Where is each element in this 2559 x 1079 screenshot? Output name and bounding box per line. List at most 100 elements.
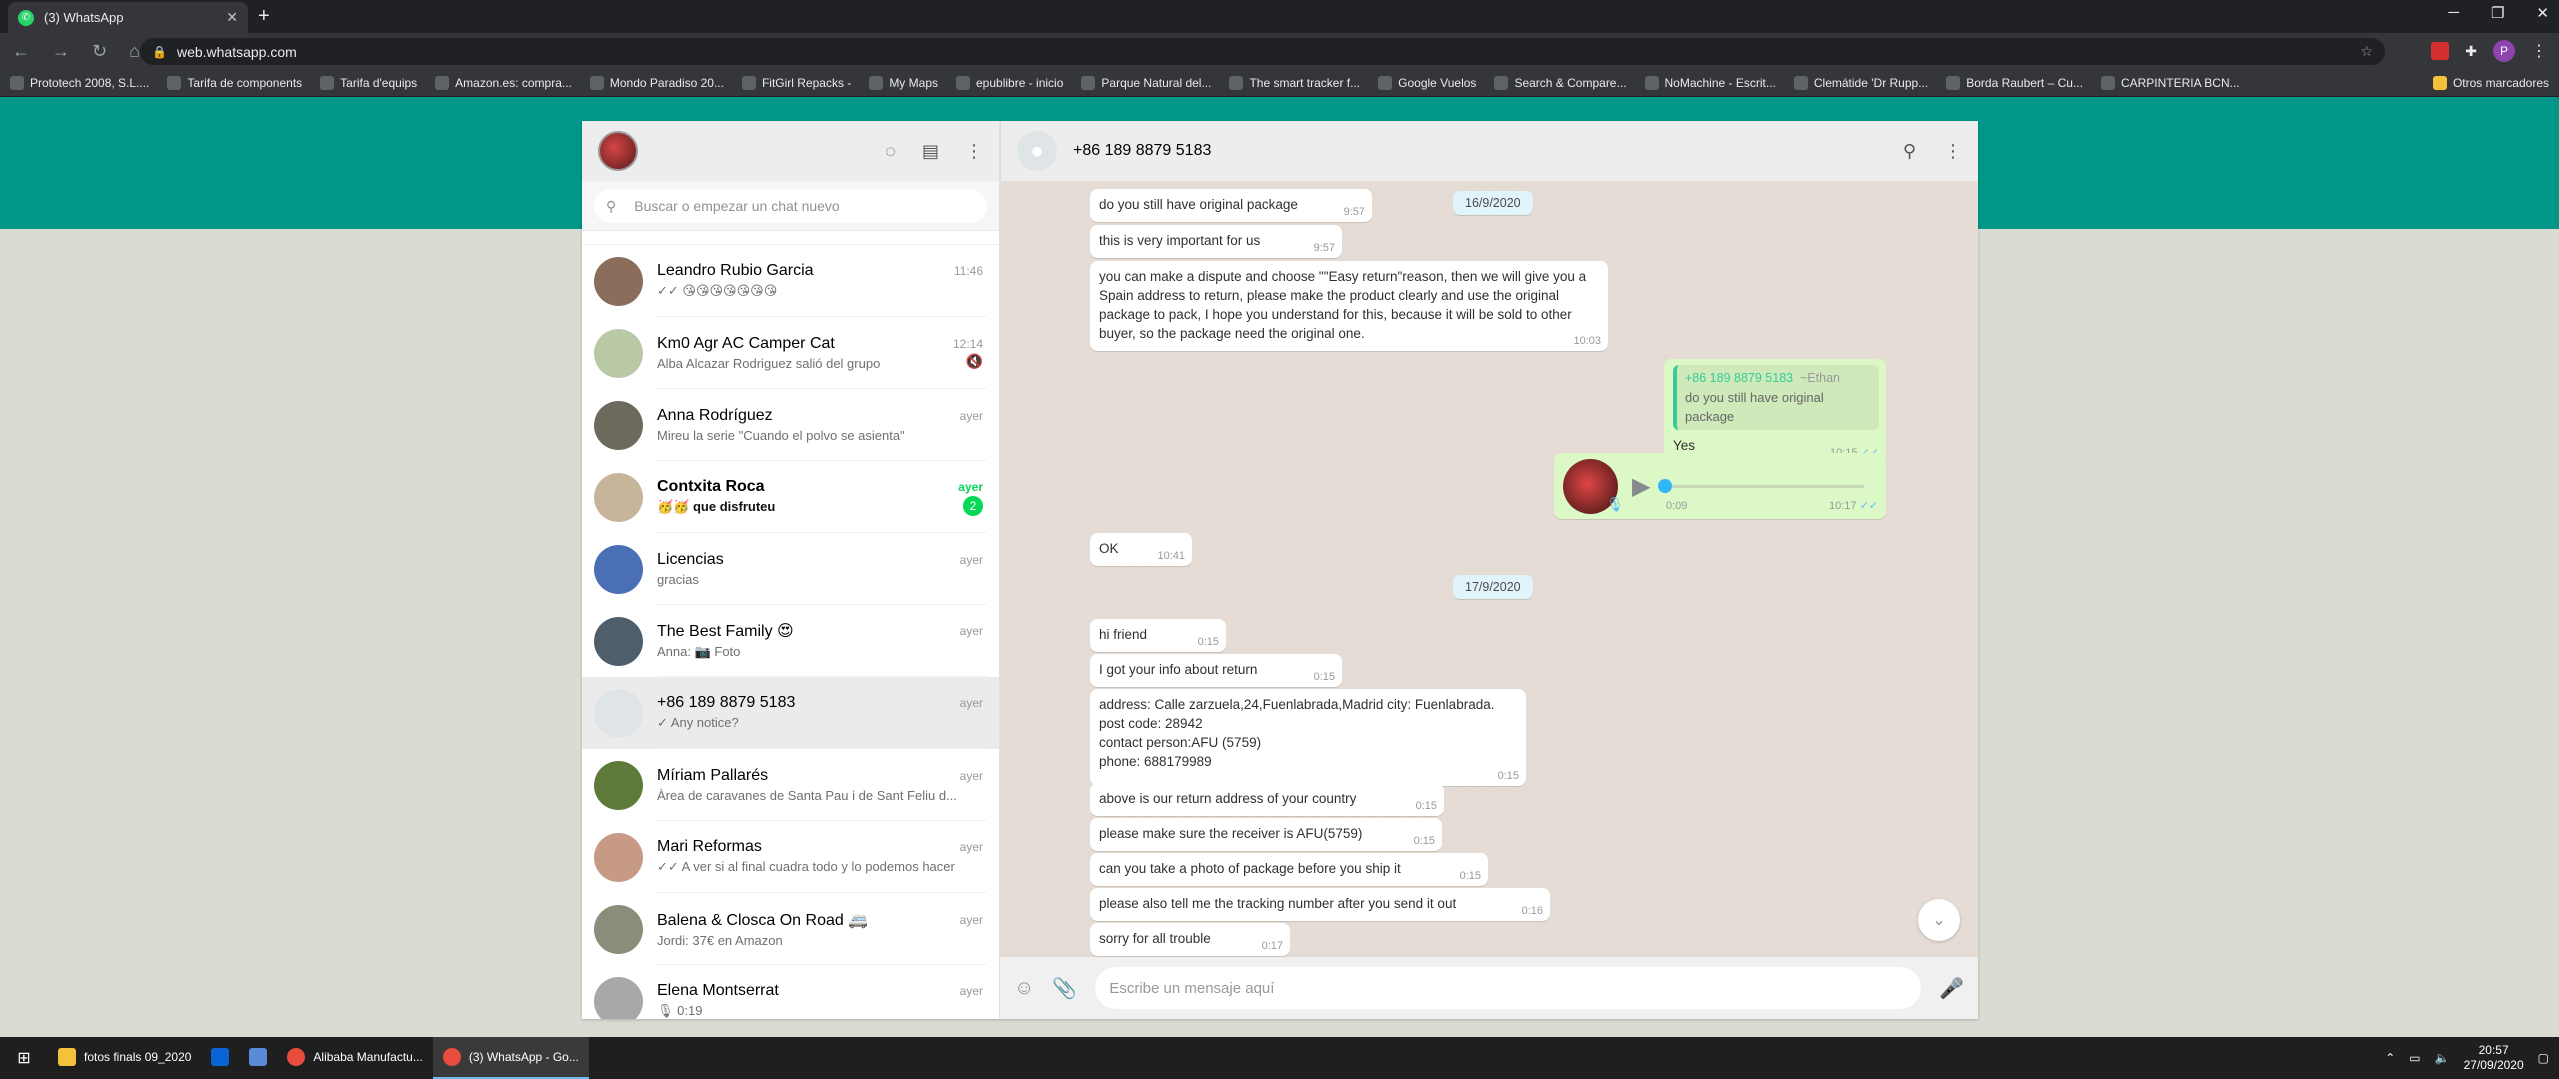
bookmark-item[interactable]: Amazon.es: compra... — [435, 76, 572, 90]
chat-avatar — [594, 832, 643, 882]
contact-avatar[interactable]: ● — [1017, 131, 1057, 171]
status-icon[interactable]: ◌ — [885, 141, 896, 162]
conversation-menu-icon[interactable]: ⋮ — [1944, 141, 1962, 162]
chat-list-item[interactable]: Leandro Rubio Garcia 11:46 ✓✓ 😘😘😘😘😘😘😘 — [582, 245, 999, 317]
address-bar[interactable]: 🔒 web.whatsapp.com ☆ — [140, 38, 2385, 65]
message-outgoing-reply: +86 189 8879 5183 ~Ethan do you still ha… — [1664, 359, 1886, 463]
bookmark-item[interactable]: Google Vuelos — [1378, 76, 1476, 90]
bookmark-favicon-icon — [1081, 76, 1096, 90]
close-window-button[interactable]: ✕ — [2536, 4, 2549, 22]
contact-name[interactable]: +86 189 8879 5183 — [1073, 142, 1211, 160]
chat-time: ayer — [959, 552, 983, 567]
chat-list-item[interactable]: Mari Reformas ayer ✓✓ A ver si al final cu… — [582, 821, 999, 893]
chat-list-item[interactable]: Contxita Roca ayer 🥳🥳 que disfruteu 2 — [582, 461, 999, 533]
bookmark-favicon-icon — [1494, 76, 1509, 90]
bookmark-item[interactable]: Parque Natural del... — [1081, 76, 1211, 90]
taskbar-item-outlook[interactable] — [201, 1037, 239, 1079]
chat-name: Contxita Roca — [657, 477, 765, 495]
profile-avatar[interactable]: P — [2493, 40, 2515, 62]
bookmark-item[interactable]: NoMachine - Escrit... — [1644, 76, 1776, 90]
search-messages-icon[interactable]: ⚲ — [1903, 141, 1916, 162]
menu-icon[interactable]: ⋮ — [965, 141, 983, 162]
bookmark-star-icon[interactable]: ☆ — [2360, 43, 2373, 60]
chrome-menu-icon[interactable]: ⋮ — [2531, 41, 2547, 61]
notifications-icon[interactable]: ▢ — [2538, 1051, 2549, 1065]
voice-progress-knob[interactable] — [1658, 479, 1673, 493]
chat-list-item[interactable]: +86 189 8879 5183 ayer ✓ Any notice? — [582, 677, 999, 749]
taskbar-item-chrome-alibaba[interactable]: Alibaba Manufactu... — [277, 1037, 432, 1079]
my-avatar[interactable] — [598, 131, 638, 171]
bookmark-item[interactable]: Clemátide 'Dr Rupp... — [1793, 76, 1928, 90]
scroll-down-button[interactable]: ⌄ — [1918, 899, 1960, 941]
message-input[interactable]: Escribe un mensaje aquí — [1095, 967, 1922, 1009]
browser-tabstrip: ✆ (3) WhatsApp ✕ + ─ ❐ ✕ — [0, 0, 2559, 33]
url-text: web.whatsapp.com — [176, 43, 297, 60]
bookmark-item[interactable]: CARPINTERIA BCN... — [2100, 76, 2240, 90]
clock[interactable]: 20:57 27/09/2020 — [2464, 1043, 2524, 1073]
reload-icon[interactable]: ↻ — [92, 41, 107, 62]
chat-list-item[interactable]: The Best Family 😍 ayer Anna: 📷 Foto — [582, 605, 999, 677]
minimize-button[interactable]: ─ — [2448, 4, 2459, 22]
chat-list-item[interactable]: Míriam Pallarés ayer Àrea de caravanes de … — [582, 749, 999, 821]
message-time: 0:15 — [1197, 636, 1219, 648]
new-tab-button[interactable]: + — [258, 5, 270, 28]
windows-start-icon[interactable]: ⊞ — [0, 1048, 48, 1068]
network-icon[interactable]: ▭ — [2409, 1051, 2420, 1065]
bookmark-item[interactable]: My Maps — [869, 76, 938, 90]
volume-icon[interactable]: 🔈 — [2435, 1051, 2450, 1065]
tray-chevron-icon[interactable]: ⌃ — [2385, 1051, 2395, 1065]
message-incoming: you can make a dispute and choose ""Easy… — [1090, 261, 1608, 351]
bookmark-item[interactable]: Borda Raubert – Cu... — [1946, 76, 2083, 90]
composer: ☺ 📎 Escribe un mensaje aquí 🎤 — [1000, 957, 1978, 1019]
search-icon: ⚲ — [606, 197, 617, 214]
tab-whatsapp[interactable]: ✆ (3) WhatsApp ✕ — [8, 2, 248, 33]
home-icon[interactable]: ⌂ — [129, 41, 140, 62]
microphone-icon[interactable]: 🎤 — [1939, 976, 1964, 1001]
lock-icon[interactable]: 🔒 — [152, 45, 167, 59]
bookmark-item[interactable]: Search & Compare... — [1494, 76, 1627, 90]
taskbar-item-app[interactable] — [239, 1037, 277, 1079]
chat-name: Licencias — [657, 550, 724, 568]
puzzle-icon[interactable]: ✚ — [2465, 43, 2477, 60]
forward-icon[interactable]: → — [52, 41, 70, 62]
close-tab-icon[interactable]: ✕ — [226, 9, 238, 26]
new-chat-icon[interactable]: ▤ — [922, 141, 939, 162]
bookmark-item[interactable]: Tarifa de components — [167, 76, 302, 90]
bookmark-item[interactable]: FitGirl Repacks - — [741, 76, 851, 90]
bookmark-label: Parque Natural del... — [1101, 76, 1212, 90]
bookmark-item[interactable]: Prototech 2008, S.L.... — [10, 76, 149, 90]
messages-area: do you still have original package 9:57 … — [1000, 181, 1978, 957]
other-bookmarks-label: Otros marcadores — [2452, 76, 2549, 90]
play-icon[interactable]: ▶ — [1632, 475, 1650, 499]
chat-avatar — [594, 256, 643, 306]
bookmark-label: Google Vuelos — [1398, 76, 1477, 90]
chat-list-item[interactable]: Balena & Closca On Road 🚐 ayer Jordi: 37€ … — [582, 893, 999, 965]
chat-list-item[interactable]: Elena Montserrat ayer 🎙 0:19 — [582, 965, 999, 1019]
conversation-header: ● +86 189 8879 5183 ⚲ ⋮ — [1000, 121, 1978, 181]
bookmark-item[interactable]: The smart tracker f... — [1229, 76, 1360, 90]
chat-avatar — [594, 904, 643, 954]
voice-progress-track[interactable] — [1658, 479, 1865, 493]
mic-icon: 🎙 — [1606, 496, 1624, 512]
extension-icon[interactable] — [2431, 42, 2450, 60]
other-bookmarks[interactable]: Otros marcadores — [2432, 76, 2549, 90]
message-time: 0:15 — [1497, 770, 1519, 782]
search-input[interactable]: ⚲ Buscar o empezar un chat nuevo — [594, 189, 987, 223]
chat-list-item[interactable]: Licencias ayer gracias — [582, 533, 999, 605]
bookmark-favicon-icon — [956, 76, 970, 90]
attach-icon[interactable]: 📎 — [1052, 976, 1077, 1001]
taskbar-item-explorer[interactable]: fotos finals 09_2020 — [48, 1037, 201, 1079]
bookmark-item[interactable]: Mondo Paradiso 20... — [589, 76, 724, 90]
chat-list-item[interactable]: Anna Rodríguez ayer Mireu la serie "Cuando… — [582, 389, 999, 461]
chat-list-item[interactable]: Km0 Agr AC Camper Cat 12:14 Alba Alcazar R… — [582, 317, 999, 389]
back-icon[interactable]: ← — [12, 41, 30, 62]
maximize-button[interactable]: ❐ — [2491, 4, 2504, 22]
chat-time: ayer — [959, 912, 983, 927]
quoted-message[interactable]: +86 189 8879 5183 ~Ethan do you still ha… — [1673, 365, 1879, 430]
bookmark-item[interactable]: epublibre - inicio — [956, 76, 1063, 90]
bookmark-item[interactable]: Tarifa d'equips — [320, 76, 417, 90]
taskbar-item-chrome-whatsapp[interactable]: (3) WhatsApp - Go... — [432, 1037, 589, 1079]
bookmark-favicon-icon — [1946, 76, 1961, 90]
emoji-icon[interactable]: ☺ — [1014, 977, 1034, 1000]
bookmark-label: Prototech 2008, S.L.... — [30, 76, 150, 90]
